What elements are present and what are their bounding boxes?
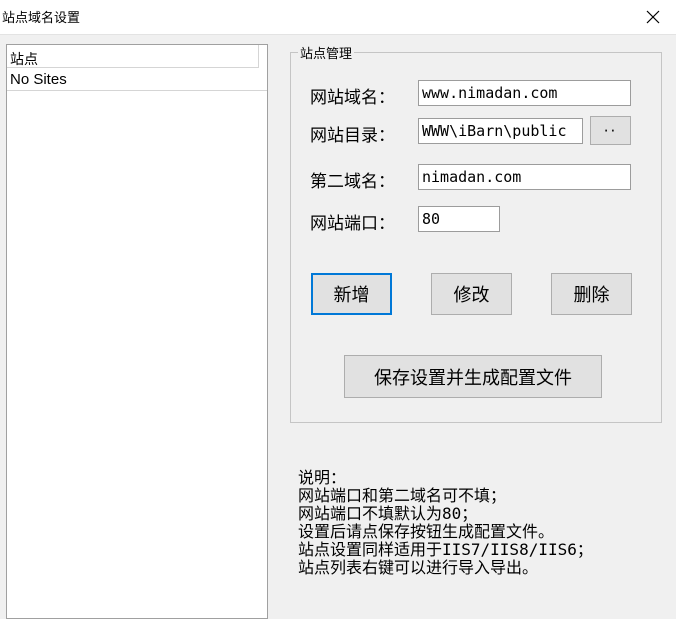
- add-button[interactable]: 新增: [311, 273, 392, 315]
- port-input[interactable]: 80: [418, 206, 500, 232]
- note-line: 网站端口不填默认为80；: [298, 504, 478, 523]
- window-title: 站点域名设置: [2, 11, 81, 26]
- note-line: 站点列表右键可以进行导入导出。: [298, 558, 539, 577]
- list-item[interactable]: No Sites: [7, 69, 267, 91]
- note-line: 设置后请点保存按钮生成配置文件。: [298, 522, 555, 541]
- title-bar: 站点域名设置: [0, 0, 676, 35]
- second-domain-input[interactable]: nimadan.com: [418, 164, 631, 190]
- list-item-label: No Sites: [10, 71, 67, 88]
- save-config-button[interactable]: 保存设置并生成配置文件: [344, 355, 602, 398]
- domain-label: 网站域名：: [310, 88, 395, 108]
- second-domain-label: 第二域名：: [310, 172, 395, 192]
- note-line: 站点设置同样适用于IIS7/IIS8/IIS6；: [298, 540, 593, 559]
- port-label: 网站端口：: [310, 214, 395, 234]
- domain-input[interactable]: www.nimadan.com: [418, 80, 631, 106]
- site-list[interactable]: 站点 No Sites: [6, 44, 268, 619]
- browse-button[interactable]: ··: [590, 116, 631, 145]
- directory-label: 网站目录：: [310, 126, 395, 146]
- directory-input[interactable]: WWW\iBarn\public: [418, 118, 583, 144]
- column-header-label: 站点: [10, 52, 38, 68]
- close-icon: [646, 10, 660, 24]
- note-line: 网站端口和第二域名可不填；: [298, 486, 507, 505]
- instructions: 说明： 网站端口和第二域名可不填； 网站端口不填默认为80； 设置后请点保存按钮…: [298, 469, 670, 577]
- group-title: 站点管理: [298, 43, 355, 62]
- note-line: 说明：: [298, 468, 347, 487]
- modify-button[interactable]: 修改: [431, 273, 512, 315]
- delete-button[interactable]: 删除: [551, 273, 632, 315]
- list-column-header[interactable]: 站点: [7, 45, 259, 68]
- close-button[interactable]: [630, 0, 676, 34]
